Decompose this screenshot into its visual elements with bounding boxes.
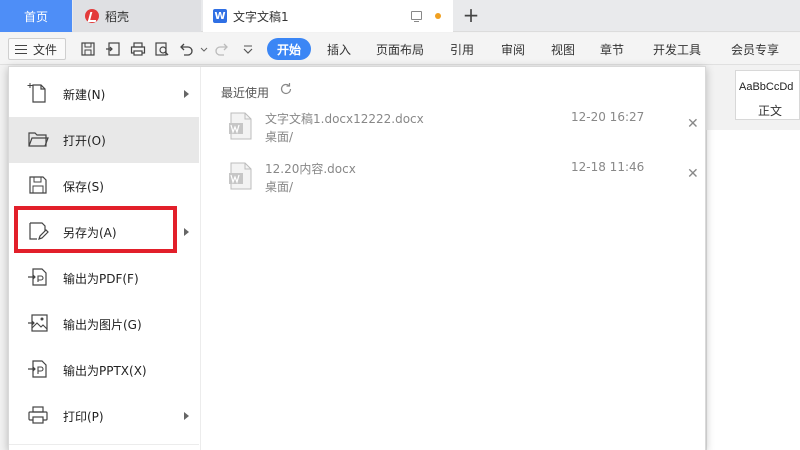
- style-name-label: 正文: [758, 104, 783, 118]
- ribbon-tab-insert[interactable]: 插入: [327, 41, 351, 58]
- style-sample-text: AaBbCcDd: [739, 81, 794, 93]
- tab-document-label: 文字文稿1: [233, 9, 289, 24]
- toolbar: 文件 开始 插入 页面布局 引用 审阅 视图 章节 开发工具 会员专享: [0, 33, 800, 65]
- style-normal[interactable]: AaBbCcDd 正文: [735, 70, 800, 120]
- print-preview-icon[interactable]: [154, 41, 170, 57]
- chevron-right-icon: [184, 412, 189, 420]
- remove-recent-close-icon[interactable]: ✕: [687, 116, 699, 132]
- menu-item-open[interactable]: 打开(O): [9, 117, 199, 163]
- quick-access-more-icon[interactable]: [240, 41, 256, 57]
- new-file-icon: [27, 82, 49, 104]
- print-quick-icon[interactable]: [130, 41, 146, 57]
- recent-file-item[interactable]: 文字文稿1.docx12222.docx 桌面/ 12-20 16:27 ✕: [201, 110, 705, 160]
- ribbon-tab-view[interactable]: 视图: [551, 41, 575, 58]
- word-document-icon: [229, 162, 253, 190]
- export-image-icon: [27, 312, 49, 334]
- chevron-right-icon: [184, 228, 189, 236]
- chevron-right-icon: [184, 90, 189, 98]
- undo-icon[interactable]: [178, 41, 194, 57]
- menu-item-label: 输出为PDF(F): [63, 271, 139, 286]
- menu-item-label: 输出为PPTX(X): [63, 363, 147, 378]
- writer-logo-icon: W: [213, 9, 227, 23]
- menu-item-label: 另存为(A): [63, 225, 117, 240]
- recent-file-item[interactable]: 12.20内容.docx 桌面/ 12-18 11:46 ✕: [201, 160, 705, 210]
- recent-file-name: 12.20内容.docx: [265, 162, 356, 176]
- menu-item-export-pptx[interactable]: 输出为PPTX(X): [9, 347, 199, 393]
- ribbon-tab-member[interactable]: 会员专享: [731, 41, 779, 58]
- recent-file-path: 桌面/: [265, 180, 294, 194]
- ribbon-tab-references[interactable]: 引用: [450, 41, 474, 58]
- recent-file-date: 12-20 16:27: [571, 110, 645, 124]
- export-pdf-icon: [27, 266, 49, 288]
- file-menu-label: 文件: [33, 42, 58, 57]
- recent-files-panel: 最近使用 文字文稿1.docx12222.docx 桌面/ 12-20 16:2…: [201, 67, 705, 450]
- tab-home[interactable]: 首页: [0, 0, 72, 32]
- refresh-icon[interactable]: [279, 82, 293, 96]
- menu-item-label: 输出为图片(G): [63, 317, 142, 332]
- daoke-logo-icon: [85, 9, 99, 23]
- menu-divider: [9, 444, 199, 445]
- monitor-icon[interactable]: [411, 11, 422, 22]
- print-icon: [27, 404, 49, 426]
- tab-daoke[interactable]: 稻壳: [73, 0, 201, 32]
- recent-file-path: 桌面/: [265, 130, 294, 144]
- export-quick-icon[interactable]: [105, 41, 121, 57]
- ribbon-tab-home[interactable]: 开始: [267, 38, 312, 60]
- unsaved-dot-icon: [435, 13, 441, 19]
- recent-title: 最近使用: [221, 86, 270, 100]
- save-as-icon: [27, 220, 49, 242]
- save-quick-icon[interactable]: [80, 41, 96, 57]
- ribbon-tab-developer[interactable]: 开发工具: [653, 41, 701, 58]
- menu-item-label: 打印(P): [63, 409, 104, 424]
- ribbon-tab-review[interactable]: 审阅: [501, 41, 525, 58]
- ribbon-tab-chapter[interactable]: 章节: [600, 41, 624, 58]
- file-menu-list: 新建(N) 打开(O) 保存(S) 另存为(A) 输出为PDF(F) 输出为图片…: [9, 67, 201, 450]
- file-menu-button[interactable]: 文件: [8, 38, 66, 60]
- menu-item-new[interactable]: 新建(N): [9, 71, 199, 117]
- export-pptx-icon: [27, 358, 49, 380]
- hamburger-icon: [15, 44, 27, 54]
- tab-document[interactable]: W 文字文稿1: [203, 0, 453, 32]
- menu-item-export-image[interactable]: 输出为图片(G): [9, 301, 199, 347]
- word-document-icon: [229, 112, 253, 140]
- remove-recent-close-icon[interactable]: ✕: [687, 166, 699, 182]
- menu-item-label: 保存(S): [63, 179, 104, 194]
- tab-bar: 首页 稻壳 W 文字文稿1 +: [0, 0, 800, 32]
- menu-item-save[interactable]: 保存(S): [9, 163, 199, 209]
- recent-file-name: 文字文稿1.docx12222.docx: [265, 112, 424, 126]
- recent-file-date: 12-18 11:46: [571, 160, 645, 174]
- menu-item-save-as[interactable]: 另存为(A): [9, 209, 199, 255]
- folder-open-icon: [27, 128, 49, 150]
- menu-item-label: 新建(N): [63, 87, 106, 102]
- menu-item-print[interactable]: 打印(P): [9, 393, 199, 439]
- menu-item-label: 打开(O): [63, 133, 106, 148]
- new-tab-button[interactable]: +: [460, 3, 482, 27]
- undo-dropdown-icon[interactable]: [196, 41, 208, 57]
- ribbon-tab-page-layout[interactable]: 页面布局: [376, 41, 424, 58]
- tab-home-label: 首页: [23, 9, 48, 24]
- document-canvas[interactable]: [706, 130, 800, 450]
- redo-icon[interactable]: [214, 41, 230, 57]
- tab-daoke-label: 稻壳: [105, 9, 130, 24]
- file-menu-panel: 新建(N) 打开(O) 保存(S) 另存为(A) 输出为PDF(F) 输出为图片…: [8, 66, 706, 450]
- menu-item-export-pdf[interactable]: 输出为PDF(F): [9, 255, 199, 301]
- save-icon: [27, 174, 49, 196]
